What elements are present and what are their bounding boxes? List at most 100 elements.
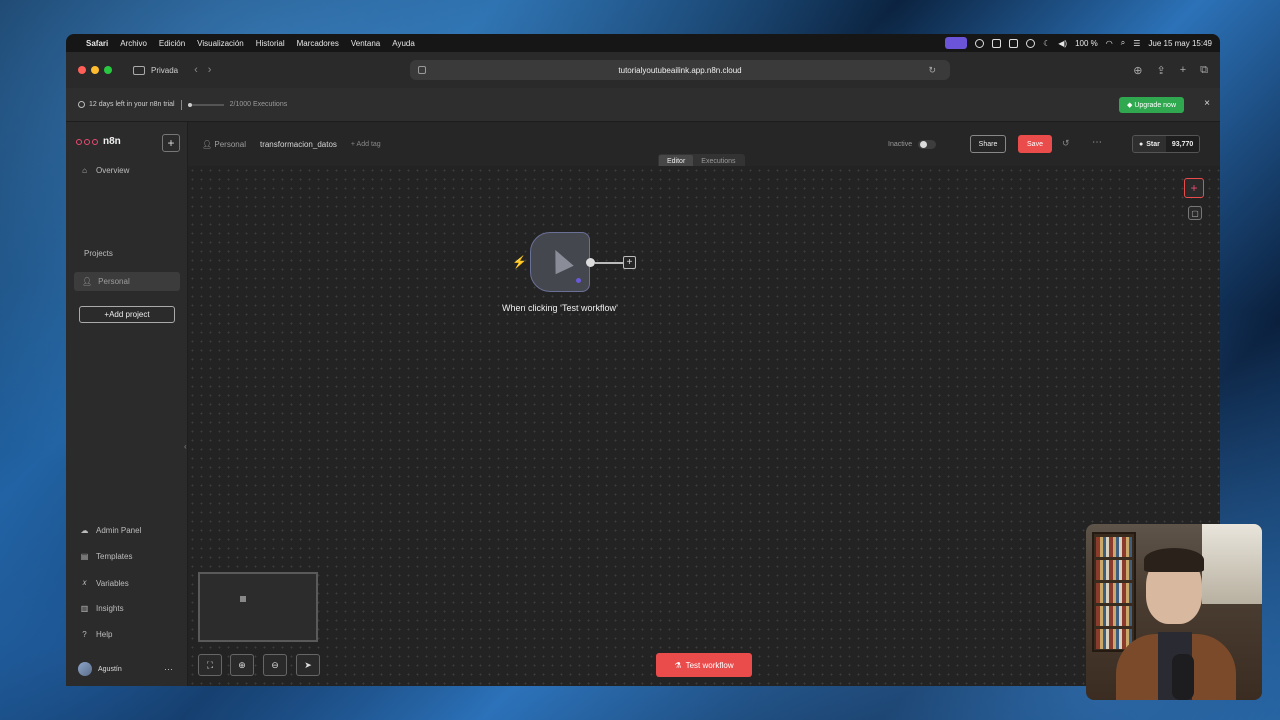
sidebar-toggle-icon[interactable] (133, 65, 145, 75)
output-handle[interactable] (586, 258, 595, 267)
sidebar-item-personal[interactable]: 👤︎ Personal (74, 272, 180, 291)
zoom-out-button[interactable]: ⊖ (263, 654, 287, 676)
zoom-in-button[interactable]: ⊕ (230, 654, 254, 676)
more-options-button[interactable]: ⋯ (1092, 137, 1102, 148)
volume-icon[interactable]: ◀) (1058, 39, 1067, 48)
focus-icon[interactable] (1026, 38, 1036, 48)
n8n-app: 12 days left in your n8n trial 2/1000 Ex… (66, 88, 1220, 686)
url-text[interactable]: tutorialyoutubeailink.app.n8n.cloud (618, 66, 741, 75)
background-window (1202, 524, 1262, 604)
create-new-button[interactable]: + (162, 134, 180, 152)
moon-icon[interactable]: ☾ (1043, 39, 1050, 48)
back-icon[interactable]: ‹ (194, 64, 198, 76)
bookshelf (1092, 532, 1136, 652)
sidebar-item-label: Templates (96, 552, 133, 561)
zoom-window-button[interactable] (104, 66, 112, 74)
fit-view-button[interactable]: ⛶ (198, 654, 222, 676)
control-center-icon[interactable]: ☰ (1133, 39, 1140, 48)
browser-tools: ⊕ ⇪ + ⧉ (1133, 64, 1208, 77)
tabs-overview-icon[interactable]: ⧉ (1200, 64, 1208, 77)
templates-icon: ▤ (80, 552, 89, 561)
reload-icon[interactable]: ↻ (928, 65, 936, 76)
sidebar-item-label: Insights (96, 604, 124, 613)
node-connector (595, 262, 623, 264)
address-bar[interactable]: tutorialyoutubeailink.app.n8n.cloud ↻ (410, 60, 950, 80)
menu-archivo[interactable]: Archivo (120, 39, 147, 48)
activation-toggle-group: Inactive (888, 140, 937, 149)
manual-trigger-node[interactable] (530, 232, 590, 292)
menu-ayuda[interactable]: Ayuda (392, 39, 415, 48)
workflow-name[interactable]: transformacion_datos (260, 140, 337, 149)
browser-toolbar: Privada ‹ › tutorialyoutubeailink.app.n8… (66, 52, 1220, 88)
add-node-button[interactable]: + (1184, 178, 1204, 198)
private-label: Privada (151, 65, 179, 75)
download-icon[interactable]: ⊕ (1133, 64, 1142, 77)
status-square-icon[interactable] (992, 38, 1002, 48)
sidebar-item-label: Personal (98, 277, 130, 286)
n8n-logo[interactable]: n8n (76, 136, 121, 147)
sidebar: n8n + ⌂ Overview Projects 👤︎ Personal +A… (66, 122, 188, 686)
sidebar-item-templates[interactable]: ▤ Templates (80, 552, 133, 561)
add-next-node-button[interactable]: + (623, 256, 636, 269)
clock-icon (78, 101, 85, 108)
sidebar-item-label: Overview (96, 166, 130, 175)
screen-record-icon[interactable] (945, 37, 968, 49)
select-tool-button[interactable]: ➤ (296, 654, 320, 676)
new-tab-icon[interactable]: + (1180, 64, 1186, 77)
menu-marcadores[interactable]: Marcadores (297, 39, 339, 48)
share-button[interactable]: Share (970, 135, 1006, 153)
test-workflow-button[interactable]: ⚗ Test workflow (656, 653, 752, 677)
sticky-note-icon[interactable]: ▢ (1188, 206, 1202, 220)
sidebar-item-label: Admin Panel (96, 526, 142, 535)
minimize-window-button[interactable] (91, 66, 99, 74)
active-toggle[interactable] (918, 140, 937, 149)
clock-text[interactable]: Jue 15 may 15:49 (1148, 39, 1212, 48)
add-project-button[interactable]: +Add project (79, 306, 175, 323)
user-menu-button[interactable]: ⋯ (164, 664, 173, 675)
share-icon[interactable]: ⇪ (1156, 64, 1165, 77)
close-window-button[interactable] (78, 66, 86, 74)
menu-edicion[interactable]: Edición (159, 39, 185, 48)
github-icon: ● (1139, 140, 1144, 148)
battery-label[interactable]: 100 % (1075, 39, 1098, 48)
presenter-hair (1144, 548, 1204, 572)
logo-text: n8n (103, 136, 121, 147)
history-icon[interactable]: ↺ (1062, 138, 1070, 149)
sidebar-item-insights[interactable]: ▥ Insights (80, 604, 124, 613)
workflow-canvas[interactable]: + ▢ ⚡ + When clicking ‘Test workflow’ ⛶ … (188, 166, 1220, 686)
user-icon: 👤︎ (202, 140, 215, 149)
executions-text: 2/1000 Executions (229, 101, 288, 108)
search-icon[interactable]: ⌕ (1121, 38, 1125, 48)
menu-historial[interactable]: Historial (256, 39, 285, 48)
forward-icon[interactable]: › (208, 64, 212, 76)
sidebar-item-admin-panel[interactable]: ☁ Admin Panel (80, 526, 142, 535)
close-banner-button[interactable]: × (1204, 98, 1210, 109)
user-profile[interactable]: Agustín (78, 662, 122, 676)
insights-icon: ▥ (80, 604, 89, 613)
breadcrumb-project[interactable]: 👤︎ Personal (202, 140, 246, 149)
menu-safari[interactable]: Safari (86, 39, 108, 48)
github-star-label: Star (1146, 140, 1160, 148)
status-app-icon[interactable] (1009, 38, 1019, 48)
upgrade-button[interactable]: ◆ Upgrade now (1119, 97, 1184, 113)
sidebar-item-overview[interactable]: ⌂ Overview (80, 166, 129, 175)
sidebar-item-variables[interactable]: 𝑥 Variables (80, 578, 129, 588)
mac-menubar: Safari Archivo Edición Visualización His… (66, 34, 1220, 52)
minimap[interactable] (198, 572, 318, 642)
wifi-icon[interactable]: ◠ (1106, 39, 1113, 48)
workflow-header: 👤︎ Personal transformacion_datos + Add t… (188, 122, 1220, 170)
upgrade-label: Upgrade now (1134, 102, 1176, 109)
microphone (1172, 654, 1194, 700)
projects-heading: Projects (84, 249, 113, 258)
divider (180, 99, 182, 110)
add-tag-button[interactable]: + Add tag (351, 141, 381, 148)
collapse-sidebar-icon[interactable]: ‹ (184, 442, 187, 451)
executions-progress (187, 102, 224, 107)
sidebar-item-help[interactable]: ? Help (80, 630, 112, 639)
menu-ventana[interactable]: Ventana (351, 39, 380, 48)
trial-banner: 12 days left in your n8n trial 2/1000 Ex… (66, 88, 1220, 122)
menu-visualizacion[interactable]: Visualización (197, 39, 244, 48)
github-star-button[interactable]: ● Star 93,770 (1132, 135, 1201, 153)
status-circle-icon[interactable] (975, 38, 985, 48)
save-button[interactable]: Save (1018, 135, 1052, 153)
